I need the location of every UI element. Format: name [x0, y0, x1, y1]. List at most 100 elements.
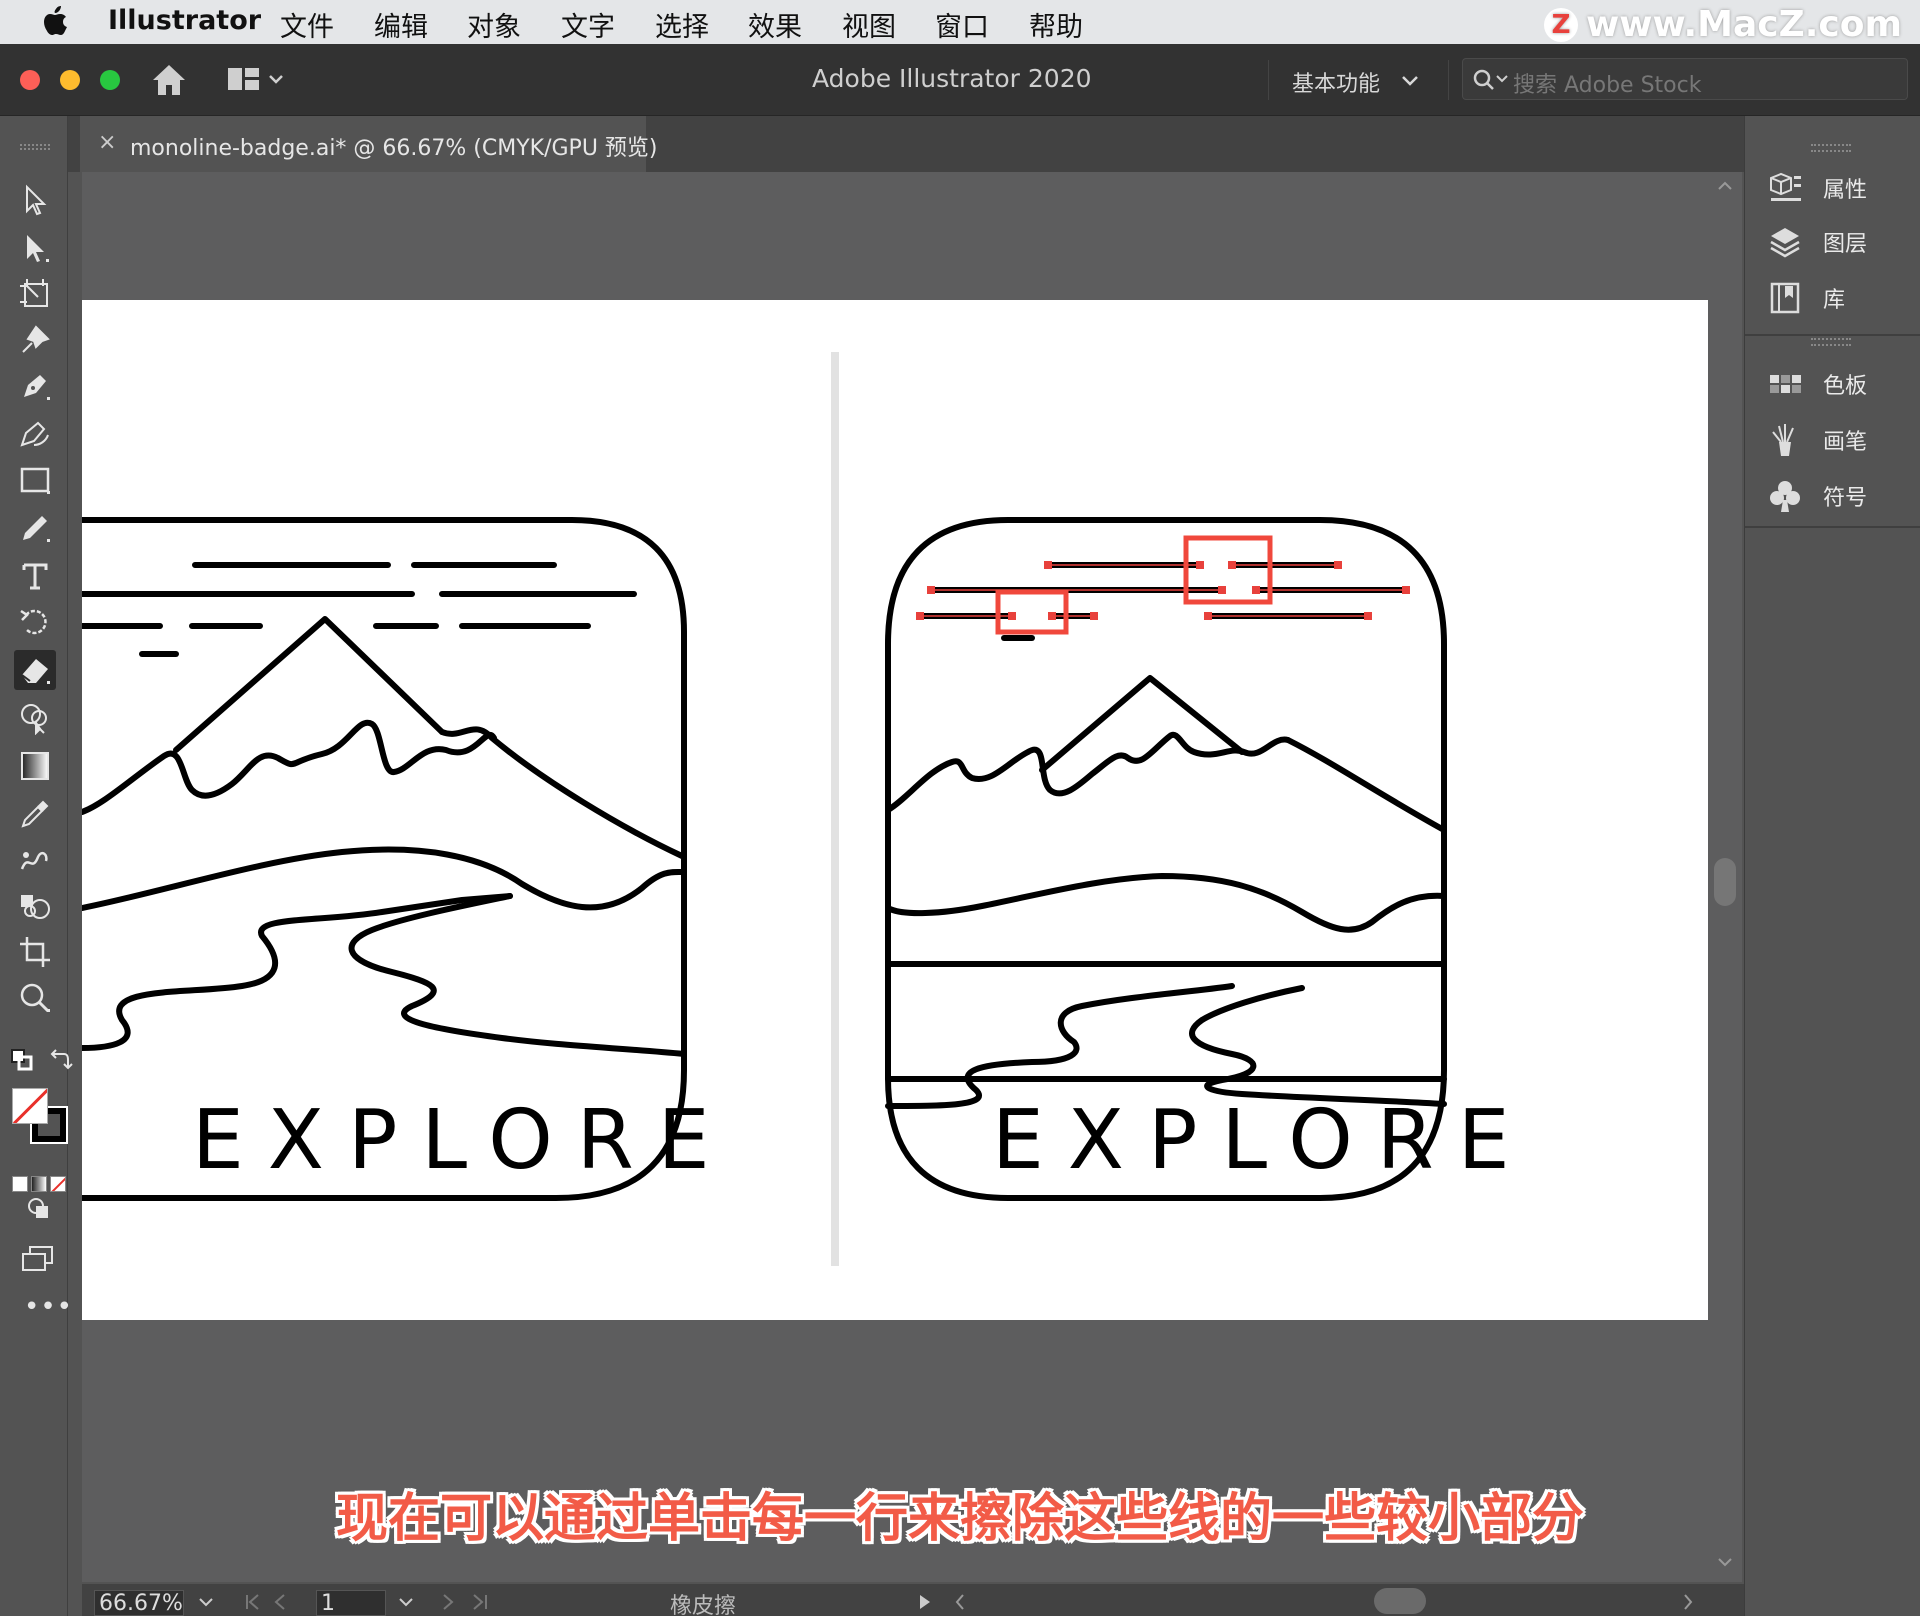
menu-file[interactable]: 文件 — [280, 5, 334, 44]
symbol-sprayer-tool-icon[interactable] — [14, 886, 56, 926]
workspace-switcher[interactable]: 基本功能 — [1292, 66, 1380, 98]
chevron-down-icon[interactable] — [1400, 74, 1420, 88]
next-last-artboard-icon[interactable] — [440, 1592, 496, 1612]
arrange-documents-icon[interactable] — [226, 66, 288, 94]
panel-grip[interactable] — [1811, 144, 1851, 152]
toolbar-grip[interactable] — [20, 144, 50, 150]
panel-brushes[interactable]: 画笔 — [1767, 418, 1917, 462]
horizontal-scroll-thumb[interactable] — [1374, 1588, 1426, 1614]
panel-grip[interactable] — [1811, 338, 1851, 346]
first-prev-artboard-icon[interactable] — [244, 1592, 300, 1612]
app-title: Adobe Illustrator 2020 — [812, 64, 1092, 93]
artboard-tool-icon[interactable] — [14, 274, 56, 314]
apple-logo-icon[interactable] — [42, 6, 68, 36]
divider — [1268, 60, 1269, 100]
home-icon[interactable] — [150, 62, 188, 98]
panel-symbols[interactable]: 符号 — [1767, 474, 1917, 518]
libraries-icon — [1770, 282, 1800, 314]
draw-mode-icon[interactable] — [26, 1196, 52, 1222]
rotate-tool-icon[interactable] — [14, 602, 56, 642]
vertical-scrollbar[interactable] — [1708, 172, 1742, 1582]
shape-builder-tool-icon[interactable] — [14, 698, 56, 738]
menu-view[interactable]: 视图 — [842, 5, 896, 44]
document-tab[interactable]: × monoline-badge.ai* @ 66.67% (CMYK/GPU … — [80, 116, 658, 172]
panel-libraries-label: 库 — [1823, 288, 1846, 313]
curvature-tool-icon[interactable] — [14, 412, 56, 452]
panel-swatches-label: 色板 — [1823, 374, 1868, 399]
menu-help[interactable]: 帮助 — [1029, 5, 1083, 44]
eraser-tool-icon[interactable] — [14, 650, 56, 690]
watermark: Z www.MacZ.com — [1544, 4, 1902, 45]
panel-layers-label: 图层 — [1823, 232, 1868, 257]
artboard-number-field[interactable]: 1 — [316, 1590, 386, 1616]
menu-object[interactable]: 对象 — [467, 5, 521, 44]
artboard[interactable]: EXPLORE EXPLORE — [82, 300, 1708, 1320]
pen-tool-icon[interactable] — [14, 366, 56, 406]
minimize-window-button[interactable] — [60, 70, 80, 90]
watermark-text: www.MacZ.com — [1586, 4, 1902, 45]
search-placeholder: 搜索 Adobe Stock — [1513, 73, 1702, 98]
app-title-bar: Adobe Illustrator 2020 基本功能 搜索 Adobe Sto… — [0, 44, 1920, 116]
default-fill-stroke-icon[interactable] — [10, 1048, 34, 1072]
menu-edit[interactable]: 编辑 — [374, 5, 428, 44]
document-tab-label: monoline-badge.ai* @ 66.67% (CMYK/GPU 预览… — [130, 136, 658, 161]
menu-select[interactable]: 选择 — [655, 5, 709, 44]
panel-swatches[interactable]: 色板 — [1767, 362, 1917, 406]
menu-app-name[interactable]: Illustrator — [108, 5, 261, 36]
zoom-dropdown-icon[interactable] — [196, 1596, 216, 1610]
scroll-thumb[interactable] — [1714, 858, 1736, 906]
zoom-tool-icon[interactable] — [14, 978, 56, 1018]
color-mode-buttons[interactable] — [12, 1176, 66, 1194]
eyedropper-tool-icon[interactable] — [14, 794, 56, 834]
panel-properties-label: 属性 — [1823, 178, 1868, 203]
artwork: EXPLORE EXPLORE — [82, 352, 1534, 1266]
menu-window[interactable]: 窗口 — [935, 5, 989, 44]
left-badge-text: EXPLORE — [192, 1093, 734, 1188]
pin-tool-icon[interactable] — [14, 320, 56, 360]
zoom-window-button[interactable] — [100, 70, 120, 90]
type-tool-icon[interactable] — [14, 556, 56, 596]
layers-icon — [1770, 228, 1800, 258]
none-button[interactable] — [50, 1176, 66, 1192]
screen-mode-icon[interactable] — [20, 1244, 56, 1274]
blend-tool-icon[interactable] — [14, 840, 56, 880]
status-menu-icon[interactable] — [916, 1592, 934, 1612]
search-icon — [1473, 69, 1508, 90]
rectangle-tool-icon[interactable] — [14, 460, 56, 500]
pencil-tool-icon[interactable] — [14, 508, 56, 548]
selection-tool-icon[interactable] — [14, 180, 56, 220]
macos-menu-bar: Illustrator 文件 编辑 对象 文字 选择 效果 视图 窗口 帮助 Z… — [0, 0, 1920, 45]
scroll-right-icon[interactable] — [1680, 1592, 1696, 1612]
panel-symbols-label: 符号 — [1823, 486, 1868, 511]
close-window-button[interactable] — [20, 70, 40, 90]
stock-search-input[interactable]: 搜索 Adobe Stock — [1462, 58, 1908, 100]
menu-effect[interactable]: 效果 — [748, 5, 802, 44]
panel-properties[interactable]: 属性 — [1767, 166, 1917, 210]
edit-toolbar-button[interactable]: ••• — [24, 1292, 73, 1322]
fill-stroke-swatch[interactable] — [12, 1088, 68, 1144]
menu-type[interactable]: 文字 — [561, 5, 615, 44]
selected-paths-overlay — [916, 561, 1410, 620]
swatches-icon — [1770, 375, 1801, 393]
right-badge-text: EXPLORE — [992, 1093, 1534, 1188]
panel-layers[interactable]: 图层 — [1767, 220, 1917, 264]
watermark-logo-icon: Z — [1544, 7, 1579, 42]
scroll-up-icon[interactable] — [1716, 178, 1734, 192]
symbols-icon — [1770, 481, 1800, 512]
divider — [1448, 60, 1449, 100]
color-button[interactable] — [12, 1176, 28, 1192]
gradient-tool-icon[interactable] — [14, 746, 56, 786]
panel-libraries[interactable]: 库 — [1767, 276, 1917, 320]
fill-swatch-none[interactable] — [12, 1088, 48, 1124]
artboard-dropdown-icon[interactable] — [396, 1596, 416, 1610]
zoom-level-field[interactable]: 66.67% — [94, 1590, 184, 1616]
gradient-button[interactable] — [31, 1176, 47, 1192]
close-tab-button[interactable]: × — [98, 130, 116, 155]
scroll-down-icon[interactable] — [1716, 1556, 1734, 1570]
crop-tool-icon[interactable] — [14, 932, 56, 972]
properties-icon — [1770, 172, 1801, 201]
swap-fill-stroke-icon[interactable] — [48, 1048, 74, 1072]
direct-selection-tool-icon[interactable] — [14, 228, 56, 268]
scroll-left-icon[interactable] — [952, 1592, 968, 1612]
panels-dock: 属性 图层 库 色板 画笔 符号 — [1744, 116, 1920, 1616]
